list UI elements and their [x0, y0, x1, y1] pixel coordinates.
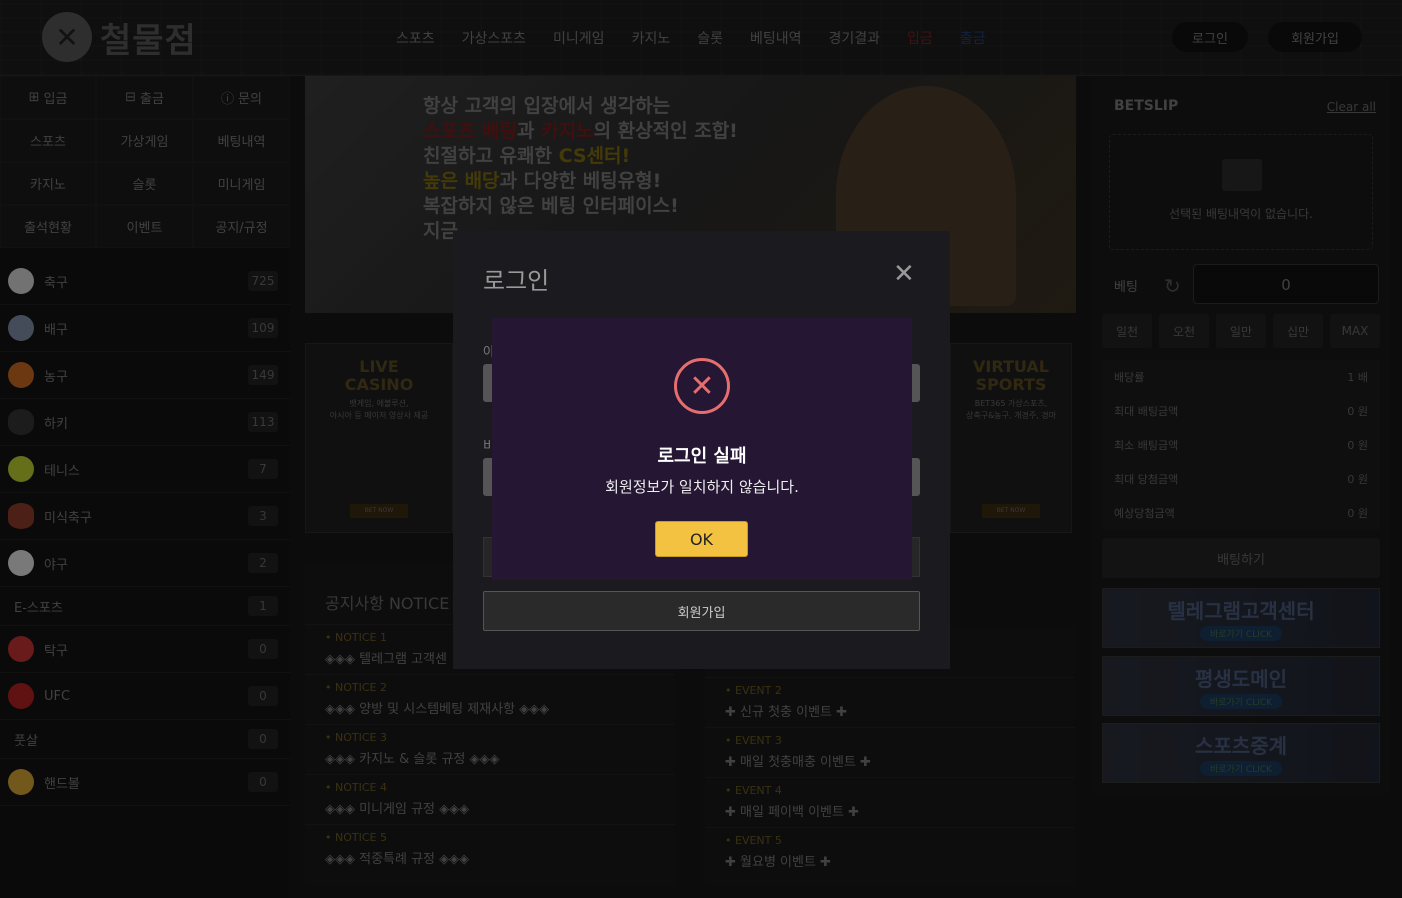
alert-message: 회원정보가 일치하지 않습니다. — [605, 478, 799, 496]
error-x-icon: ✕ — [674, 358, 730, 414]
alert-title: 로그인 실패 — [657, 446, 747, 467]
login-modal-title: 로그인 — [483, 267, 550, 295]
close-icon[interactable]: ✕ — [893, 261, 915, 287]
app-root: ✕ 철물점 스포츠 가상스포츠 미니게임 카지노 슬롯 베팅내역 경기결과 입금… — [0, 0, 1402, 898]
ok-button[interactable]: OK — [655, 521, 748, 557]
modal-signup-button[interactable]: 회원가입 — [483, 591, 920, 631]
login-failed-alert: ✕ 로그인 실패 회원정보가 일치하지 않습니다. OK — [492, 318, 912, 580]
